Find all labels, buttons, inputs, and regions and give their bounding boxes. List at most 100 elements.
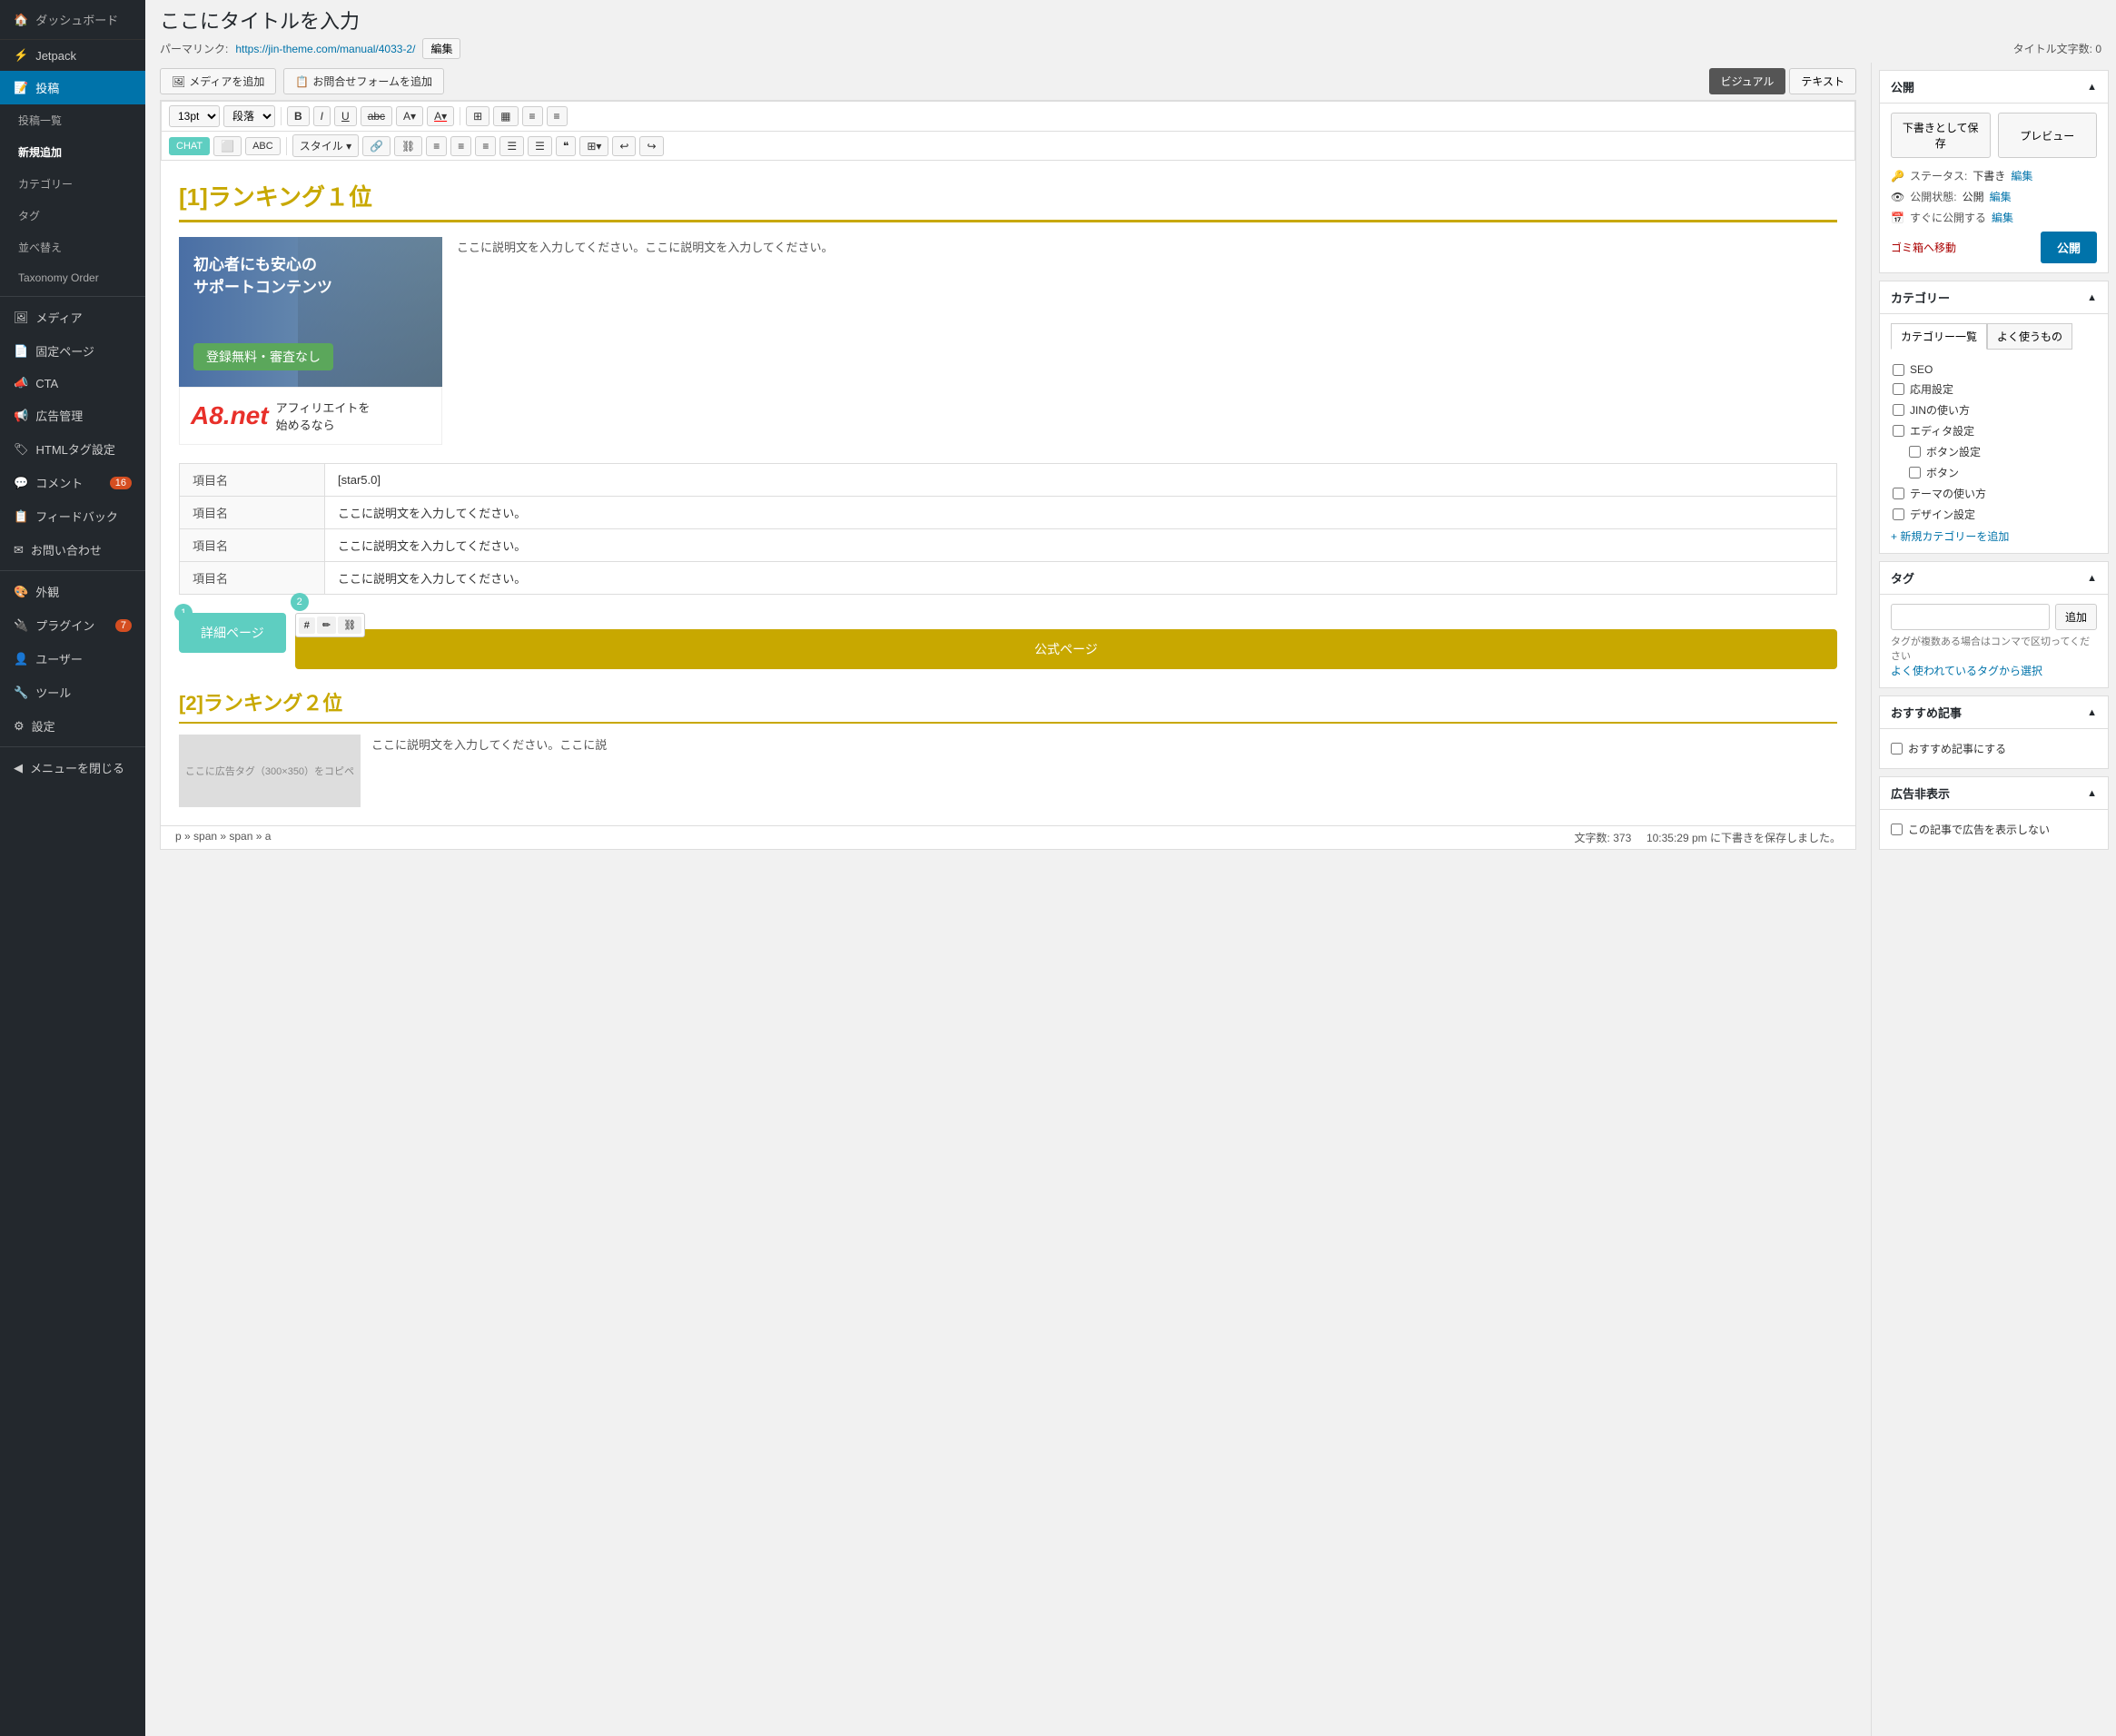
tags-chevron-icon: ▲ bbox=[2087, 573, 2097, 584]
align-center-button[interactable]: ≡ bbox=[450, 136, 471, 156]
align-left-button[interactable]: ≡ bbox=[426, 136, 447, 156]
sidebar-item-settings[interactable]: ⚙ 設定 bbox=[0, 709, 145, 743]
abc2-button[interactable]: ABC bbox=[245, 137, 281, 155]
permalink-edit-button[interactable]: 編集 bbox=[422, 38, 460, 59]
table-button[interactable]: ⊞ bbox=[466, 106, 489, 126]
cat-checkbox-theme-usage[interactable] bbox=[1893, 488, 1904, 499]
popular-tags-link[interactable]: よく使われているタグから選択 bbox=[1891, 665, 2042, 677]
sidebar-item-media[interactable]: 🖼 メディア bbox=[0, 301, 145, 334]
ads-checkbox[interactable] bbox=[1891, 824, 1903, 835]
sidebar-item-posts-new[interactable]: 新規追加 bbox=[0, 136, 145, 168]
sidebar-item-ads[interactable]: 📢 広告管理 bbox=[0, 399, 145, 432]
sidebar-item-users[interactable]: 👤 ユーザー bbox=[0, 642, 145, 676]
preview-button[interactable]: プレビュー bbox=[1998, 113, 2098, 158]
underline-button[interactable]: U bbox=[334, 106, 357, 126]
font-color-button[interactable]: A▾ bbox=[396, 106, 423, 126]
breadcrumb: p » span » span » a bbox=[175, 830, 271, 845]
page-title[interactable]: ここにタイトルを入力 bbox=[160, 5, 360, 35]
layout-button[interactable]: ≡ bbox=[522, 106, 543, 126]
tag-input[interactable] bbox=[1891, 604, 2050, 630]
quote-button[interactable]: ❝ bbox=[556, 136, 576, 156]
sidebar-item-categories[interactable]: カテゴリー bbox=[0, 168, 145, 200]
delete-link[interactable]: ゴミ箱へ移動 bbox=[1891, 236, 1956, 259]
sidebar-item-tools[interactable]: 🔧 ツール bbox=[0, 676, 145, 709]
ol-button[interactable]: ☰ bbox=[528, 136, 552, 156]
redo-button[interactable]: ↪ bbox=[639, 136, 663, 156]
tab-text[interactable]: テキスト bbox=[1789, 68, 1856, 94]
cat-checkbox-applied[interactable] bbox=[1893, 383, 1904, 395]
sidebar-item-posts[interactable]: 📝 投稿 bbox=[0, 71, 145, 104]
cat-checkbox-button-settings[interactable] bbox=[1909, 446, 1921, 458]
visibility-edit-link[interactable]: 編集 bbox=[1990, 189, 2012, 204]
cat-checkbox-button[interactable] bbox=[1909, 467, 1921, 478]
cat-label: ボタン bbox=[1926, 465, 1959, 480]
html-tags-icon: 🏷 bbox=[14, 442, 29, 457]
calendar-icon: 📅 bbox=[1891, 212, 1904, 224]
layout2-button[interactable]: ≡ bbox=[547, 106, 568, 126]
editor-content[interactable]: [1]ランキング１位 初心者にも安心の サポートコンテンツ 登録無料・審査なし bbox=[161, 161, 1855, 825]
insert-table-button[interactable]: ⊞▾ bbox=[579, 136, 608, 156]
cat-checkbox-seo[interactable] bbox=[1893, 364, 1904, 376]
sidebar-item-cta[interactable]: 📣 CTA bbox=[0, 368, 145, 399]
save-draft-button[interactable]: 下書きとして保存 bbox=[1891, 113, 1991, 158]
sidebar-item-comments[interactable]: 💬 コメント 16 bbox=[0, 466, 145, 499]
sidebar-item-html-tags[interactable]: 🏷 HTMLタグ設定 bbox=[0, 432, 145, 466]
feedback-icon: 📋 bbox=[14, 509, 28, 524]
detail-page-button[interactable]: 詳細ページ bbox=[179, 613, 286, 653]
style-button[interactable]: スタイル ▾ bbox=[292, 134, 359, 157]
box-button[interactable]: ⬜ bbox=[213, 136, 242, 156]
sidebar-item-contact[interactable]: ✉ お問い合わせ bbox=[0, 533, 145, 567]
italic-button[interactable]: I bbox=[313, 106, 331, 126]
publish-button[interactable]: 公開 bbox=[2041, 232, 2097, 263]
align-right-button[interactable]: ≡ bbox=[475, 136, 496, 156]
add-category-link[interactable]: + 新規カテゴリーを追加 bbox=[1891, 530, 2009, 543]
font-size-select[interactable]: 13pt bbox=[169, 105, 220, 127]
format-select[interactable]: 段落 bbox=[223, 105, 275, 127]
bg-color-button[interactable]: A▾ bbox=[427, 106, 454, 126]
cat-tab-common[interactable]: よく使うもの bbox=[1987, 323, 2072, 350]
sidebar-item-plugins[interactable]: 🔌 プラグイン 7 bbox=[0, 608, 145, 642]
eye-icon: 👁 bbox=[1891, 191, 1904, 203]
mini-remove-button[interactable]: ⛓ bbox=[338, 616, 361, 634]
tag-add-button[interactable]: 追加 bbox=[2055, 604, 2097, 630]
recommend-checkbox[interactable] bbox=[1891, 743, 1903, 755]
link-button[interactable]: 🔗 bbox=[362, 136, 391, 156]
unlink-button[interactable]: ⛓ bbox=[394, 136, 422, 156]
sidebar-item-tags[interactable]: タグ bbox=[0, 200, 145, 232]
status-edit-link[interactable]: 編集 bbox=[2011, 168, 2032, 183]
cat-tab-all[interactable]: カテゴリー一覧 bbox=[1891, 323, 1987, 350]
char-count-label: タイトル文字数: 0 bbox=[2013, 41, 2101, 56]
undo-button[interactable]: ↩ bbox=[612, 136, 636, 156]
tags-panel-header: タグ ▲ bbox=[1880, 562, 2108, 595]
sidebar-item-label: 投稿 bbox=[35, 79, 59, 96]
chat-icon: CHAT bbox=[176, 141, 203, 152]
add-form-button[interactable]: 📋 お問合せフォームを追加 bbox=[283, 68, 444, 94]
cat-checkbox-jin-usage[interactable] bbox=[1893, 404, 1904, 416]
add-media-button[interactable]: 🖼 メディアを追加 bbox=[160, 68, 276, 94]
cat-checkbox-design-settings[interactable] bbox=[1893, 508, 1904, 520]
sidebar-item-appearance[interactable]: 🎨 外観 bbox=[0, 575, 145, 608]
sidebar-item-pages[interactable]: 📄 固定ページ bbox=[0, 334, 145, 368]
cat-checkbox-editor-settings[interactable] bbox=[1893, 425, 1904, 437]
sidebar-item-collapse[interactable]: ◀ メニューを閉じる bbox=[0, 751, 145, 784]
strikethrough-button[interactable]: abc bbox=[361, 106, 392, 126]
a8-content: A8.net アフィリエイトを 始めるなら bbox=[191, 399, 370, 433]
sidebar-logo-label: ダッシュボード bbox=[35, 11, 118, 28]
bold-button[interactable]: B bbox=[287, 106, 310, 126]
ul-button[interactable]: ☰ bbox=[499, 136, 524, 156]
schedule-edit-link[interactable]: 編集 bbox=[1992, 210, 2013, 225]
sidebar-item-label: タグ bbox=[18, 208, 40, 223]
sidebar-item-posts-list[interactable]: 投稿一覧 bbox=[0, 104, 145, 136]
mini-edit-button[interactable]: ✏ bbox=[317, 616, 336, 634]
rank-button[interactable]: ▦ bbox=[493, 106, 518, 126]
sidebar-item-jetpack[interactable]: ⚡ Jetpack bbox=[0, 40, 145, 71]
sidebar-item-sort[interactable]: 並べ替え bbox=[0, 232, 145, 263]
sidebar-item-feedback[interactable]: 📋 フィードバック bbox=[0, 499, 145, 533]
chat-button[interactable]: CHAT bbox=[169, 137, 210, 155]
tab-visual[interactable]: ビジュアル bbox=[1709, 68, 1786, 94]
publish-panel-header: 公開 ▲ bbox=[1880, 71, 2108, 104]
permalink-url[interactable]: https://jin-theme.com/manual/4033-2/ bbox=[235, 43, 415, 55]
official-page-button[interactable]: 公式ページ bbox=[295, 629, 1837, 669]
mini-hash-button[interactable]: # bbox=[299, 617, 315, 634]
sidebar-item-taxonomy-order[interactable]: Taxonomy Order bbox=[0, 263, 145, 292]
